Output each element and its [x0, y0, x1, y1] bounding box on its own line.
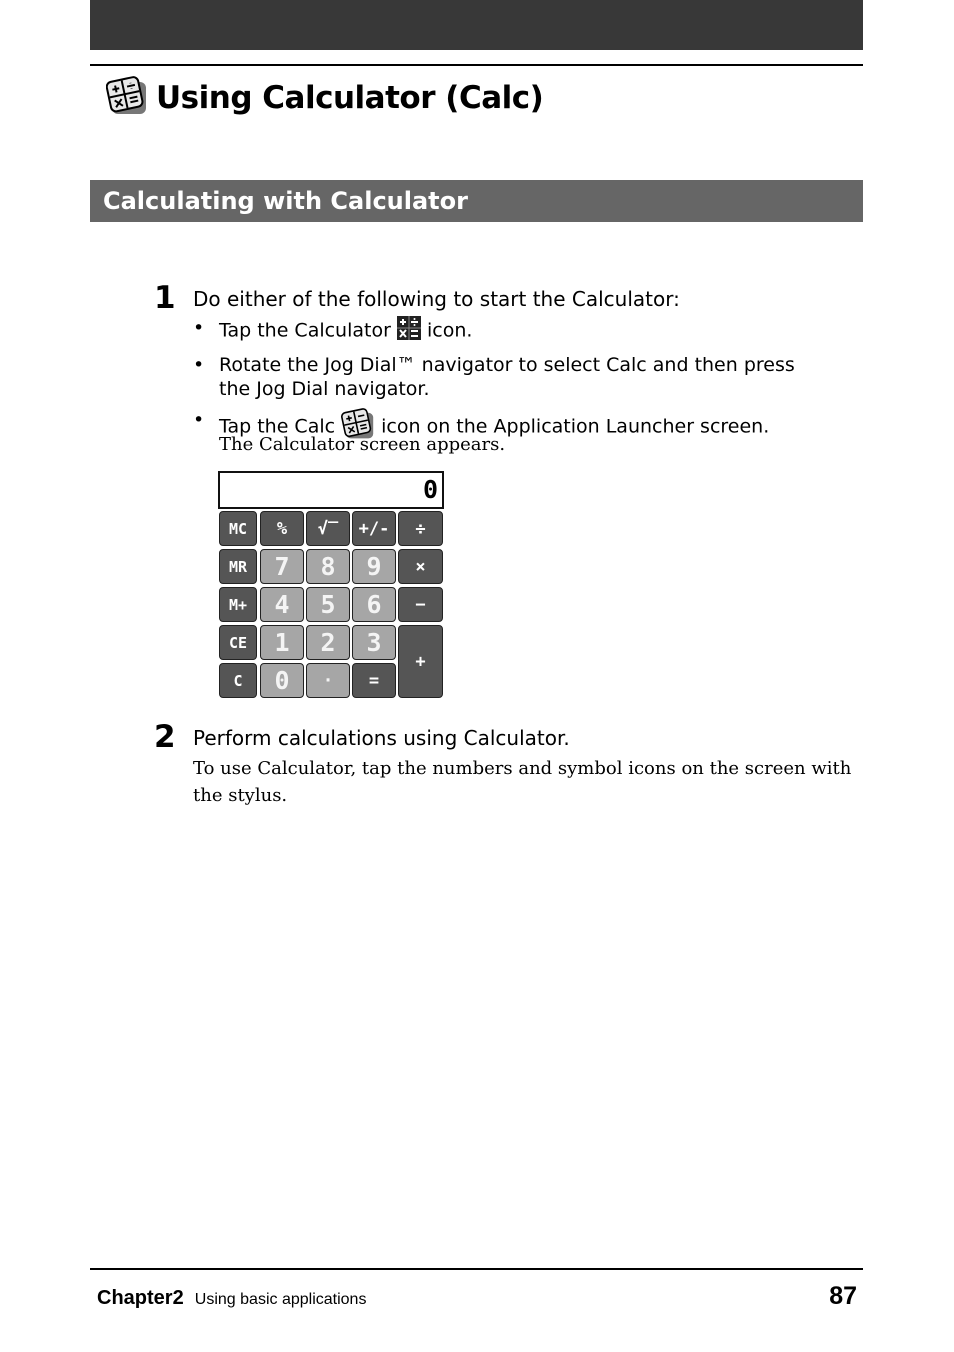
key-percent[interactable]: % — [260, 511, 304, 546]
key-divide[interactable]: ÷ — [398, 511, 443, 546]
step-heading: Do either of the following to start the … — [193, 287, 680, 311]
footer-chapter: Chapter2 Using basic applications — [97, 1287, 366, 1310]
key-memory-recall[interactable]: MR — [219, 549, 257, 584]
step-number: 1 — [154, 280, 176, 316]
key-0[interactable]: 0 — [260, 663, 304, 698]
key-2[interactable]: 2 — [306, 625, 350, 660]
page-heading: Using Calculator (Calc) — [105, 76, 544, 120]
key-equals[interactable]: = — [352, 663, 396, 698]
key-minus[interactable]: − — [398, 587, 443, 622]
calculator-icon — [396, 316, 421, 346]
page-number: 87 — [829, 1282, 857, 1310]
list-item: • Tap the Calculator icon. — [193, 316, 813, 346]
step-number: 2 — [154, 719, 176, 755]
key-square-root[interactable]: √‾ — [306, 511, 350, 546]
key-memory-clear[interactable]: MC — [219, 511, 257, 546]
key-8[interactable]: 8 — [306, 549, 350, 584]
footer-rule — [90, 1268, 863, 1270]
section-title: Calculating with Calculator — [103, 187, 468, 215]
key-clear[interactable]: C — [219, 663, 257, 698]
key-7[interactable]: 7 — [260, 549, 304, 584]
key-1[interactable]: 1 — [260, 625, 304, 660]
key-clear-entry[interactable]: CE — [219, 625, 257, 660]
display-value: 0 — [422, 475, 438, 504]
calc-app-icon — [105, 76, 148, 120]
step-heading: Perform calculations using Calculator. — [193, 726, 570, 750]
header-rule — [90, 64, 863, 66]
key-multiply[interactable]: × — [398, 549, 443, 584]
header-bar — [90, 0, 863, 50]
key-4[interactable]: 4 — [260, 587, 304, 622]
key-9[interactable]: 9 — [352, 549, 396, 584]
list-item: • Rotate the Jog Dial™ navigator to sele… — [193, 354, 795, 400]
calculator-display: 0 — [218, 471, 444, 509]
key-6[interactable]: 6 — [352, 587, 396, 622]
key-memory-add[interactable]: M+ — [219, 587, 257, 622]
key-5[interactable]: 5 — [306, 587, 350, 622]
step-note: To use Calculator, tap the numbers and s… — [193, 758, 852, 806]
bullet-dot: • — [193, 354, 205, 376]
calculator-screenshot: 0 MC % √‾ +/- ÷ MR 7 8 9 × M+ 4 5 6 − CE… — [218, 471, 444, 698]
chapter-title: Using basic applications — [194, 1291, 367, 1308]
chapter-label: Chapter2 — [97, 1287, 184, 1309]
page-title: Using Calculator (Calc) — [156, 80, 544, 116]
bullet-dot: • — [193, 409, 205, 431]
key-3[interactable]: 3 — [352, 625, 396, 660]
section-header: Calculating with Calculator — [90, 180, 863, 222]
key-decimal[interactable]: · — [306, 663, 350, 698]
key-plus-minus[interactable]: +/- — [352, 511, 396, 546]
bullet-dot: • — [193, 317, 205, 339]
key-plus[interactable]: + — [398, 625, 443, 698]
step-note: The Calculator screen appears. — [219, 434, 506, 455]
